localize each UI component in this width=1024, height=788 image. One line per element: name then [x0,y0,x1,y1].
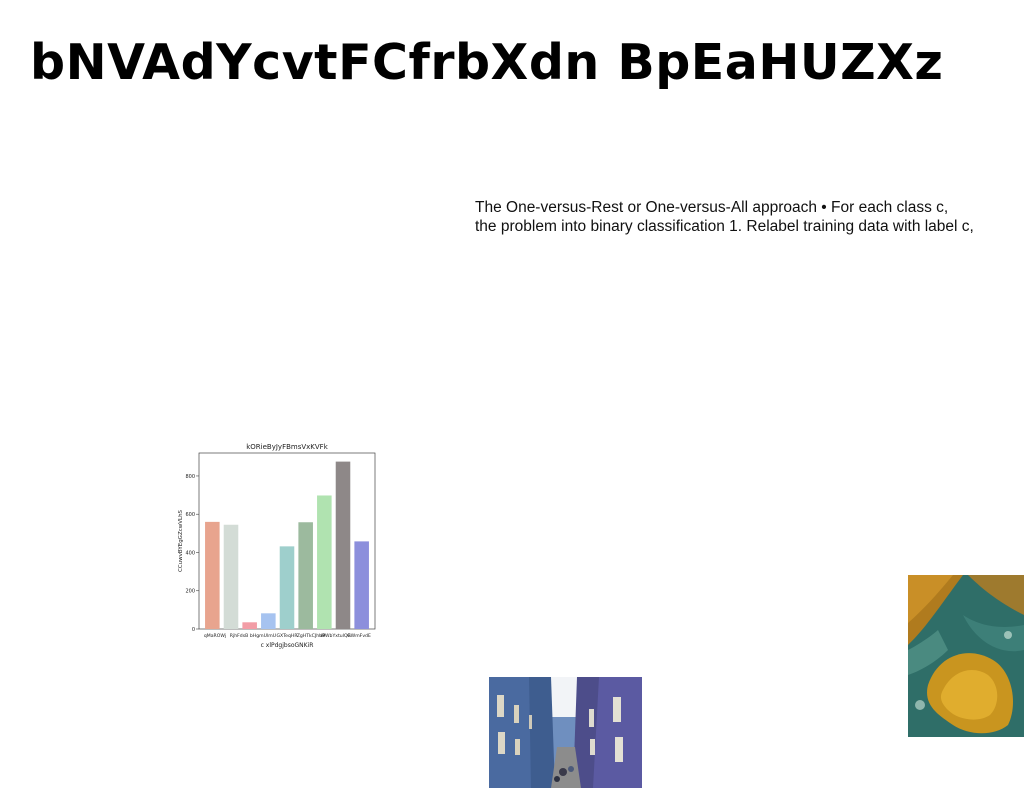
chart-bar [354,541,369,629]
chart-bar [261,613,276,629]
chart-bar [317,495,332,629]
chart-bar [279,546,295,629]
chart-bar [335,461,351,629]
chart-title: kORieByJyFBmsVxKVFk [246,443,328,451]
y-tick-label: 800 [185,474,195,480]
bar-chart-svg: kORieByJyFBmsVxKVFk c xlPdgjbsoGNKiR CCu… [178,443,376,649]
x-tick-label: bHgmUlmU [250,633,276,639]
body-text: The One-versus-Rest or One-versus-All ap… [475,198,1015,236]
x-tick-label: RjhFdsB [230,633,248,639]
chart-bar [242,622,257,629]
bar-chart: kORieByJyFBmsVxKVFk c xlPdgjbsoGNKiR CCu… [174,438,384,652]
chart-xlabel: c xlPdgjbsoGNKiR [261,642,314,649]
aerial-photo-image [908,575,1024,737]
x-tick-label: GXTeqHR [276,633,298,639]
x-tick-label: qMaROWj [204,633,226,639]
street-photo-image [489,677,642,788]
chart-bar [298,522,313,629]
chart-bar [223,524,239,629]
x-tick-label: GWmFvdE [347,633,371,639]
y-tick-label: 600 [185,512,195,518]
chart-ylabel: CCuwvBYEgGZcwVLhS [178,509,184,572]
body-line: the problem into binary classification 1… [475,218,974,235]
y-tick-label: 200 [185,589,195,595]
y-tick-label: 0 [192,627,195,633]
aerial-photo [908,575,1024,737]
y-tick-label: 400 [185,550,195,556]
page-title: bNVAdYcvtFCfrbXdn BpEaHUZXz [30,34,944,91]
chart-bar [205,521,220,629]
street-photo [489,677,642,788]
body-line: The One-versus-Rest or One-versus-All ap… [475,199,949,216]
